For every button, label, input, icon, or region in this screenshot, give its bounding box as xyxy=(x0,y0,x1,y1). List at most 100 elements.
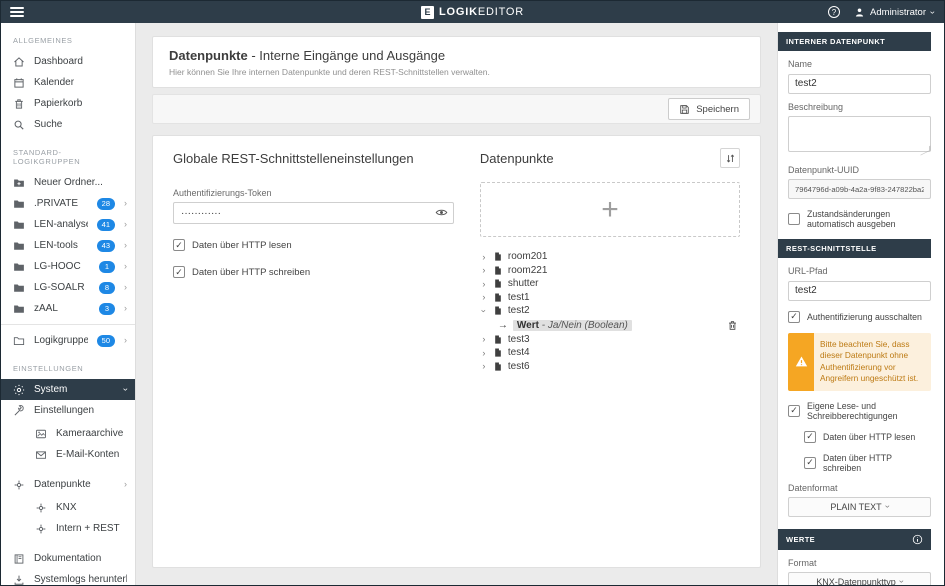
sidebar-item-len-analyse[interactable]: LEN-analyse41› xyxy=(1,214,135,235)
add-datapoint-button[interactable]: + xyxy=(480,182,740,237)
sidebar-item-zaal[interactable]: zAAL3› xyxy=(1,298,135,319)
sidebar-item-e-mail-konten[interactable]: E-Mail-Konten xyxy=(1,444,135,465)
sidebar-item-label: Dashboard xyxy=(34,56,127,67)
chevron-down-icon: › xyxy=(928,11,937,14)
auto-output-checkbox[interactable]: Zustandsänderungen automatisch ausgeben xyxy=(788,209,931,229)
tree-node-test2[interactable]: ›test2 xyxy=(480,304,740,318)
tree-node-test3[interactable]: ›test3 xyxy=(480,333,740,347)
plus-icon: + xyxy=(601,193,619,227)
calendar-icon xyxy=(13,77,25,89)
checkbox-box: ✓ xyxy=(788,311,800,323)
info-icon[interactable] xyxy=(912,534,923,545)
tree-node-test4[interactable]: ›test4 xyxy=(480,346,740,360)
name-input[interactable] xyxy=(788,74,931,94)
sidebar-item-papierkorb[interactable]: Papierkorb xyxy=(1,93,135,114)
tree-node-label: test4 xyxy=(508,347,530,358)
auth-token-input[interactable] xyxy=(173,202,454,224)
sidebar-section-label: EINSTELLUNGEN xyxy=(1,351,135,379)
url-pfad-label: URL-Pfad xyxy=(788,266,931,276)
sidebar-item-label: Papierkorb xyxy=(34,98,127,109)
sidebar-item-einstellungen[interactable]: Einstellungen xyxy=(1,400,135,421)
chevron-right-icon: › xyxy=(124,336,127,345)
gear-icon xyxy=(13,384,25,396)
sidebar-item-label: LEN-tools xyxy=(34,240,88,251)
tree-node-room221[interactable]: › room221 xyxy=(480,264,740,278)
chevron-right-icon: › xyxy=(124,241,127,250)
chevron-down-icon: › xyxy=(883,505,892,508)
sidebar-item-datenpunkte[interactable]: Datenpunkte › xyxy=(1,474,135,495)
count-badge: 50 xyxy=(97,335,115,347)
checkbox-daten-ber-http-schreiben[interactable]: ✓ Daten über HTTP schreiben xyxy=(173,266,454,278)
sidebar-item-kameraarchive[interactable]: Kameraarchive xyxy=(1,423,135,444)
sidebar-item-label: Intern + REST xyxy=(56,523,127,534)
tree-node-shutter[interactable]: ›shutter xyxy=(480,277,740,291)
document-icon xyxy=(493,334,503,345)
checkbox-box: ✓ xyxy=(804,457,816,469)
tree-node-label: room221 xyxy=(508,265,547,276)
folder-icon xyxy=(13,219,25,231)
sidebar-item-dashboard[interactable]: Dashboard xyxy=(1,51,135,72)
uuid-input[interactable] xyxy=(788,179,931,199)
chevron-collapsed-icon: › xyxy=(480,334,488,344)
sidebar-item-suche[interactable]: Suche xyxy=(1,114,135,135)
sidebar-item-private[interactable]: .PRIVATE28› xyxy=(1,193,135,214)
checkbox-box xyxy=(788,213,800,225)
sidebar-item-system[interactable]: System› xyxy=(1,379,135,400)
sidebar-item-lg-soalr[interactable]: LG-SOALR8› xyxy=(1,277,135,298)
auth-off-checkbox[interactable]: ✓ Authentifizierung ausschalten xyxy=(788,311,931,323)
global-section-heading: Globale REST-Schnittstelleneinstellungen xyxy=(173,151,454,166)
sidebar-item-kalender[interactable]: Kalender xyxy=(1,72,135,93)
token-label: Authentifizierungs-Token xyxy=(173,188,454,198)
app-logo: E LOGIKEDITOR xyxy=(1,6,944,19)
warning-triangle-icon xyxy=(795,355,808,368)
chevron-right-icon: › xyxy=(124,480,127,489)
sidebar-item-len-tools[interactable]: LEN-tools43› xyxy=(1,235,135,256)
http-read-checkbox[interactable]: ✓ Daten über HTTP lesen xyxy=(804,431,931,443)
tree-node-test6[interactable]: ›test6 xyxy=(480,360,740,374)
tree-child-wert[interactable]: →Wert - Ja/Nein (Boolean) xyxy=(498,318,740,333)
tree-node-test1[interactable]: ›test1 xyxy=(480,291,740,305)
user-menu[interactable]: Administrator › xyxy=(854,7,934,18)
help-icon[interactable]: ? xyxy=(828,6,840,18)
delete-icon[interactable] xyxy=(727,320,738,331)
sort-button[interactable] xyxy=(720,148,740,168)
checkbox-daten-ber-http-lesen[interactable]: ✓Daten über HTTP lesen xyxy=(173,239,454,251)
chevron-right-icon: › xyxy=(124,283,127,292)
user-icon xyxy=(854,7,865,18)
checkbox-label: Daten über HTTP schreiben xyxy=(192,267,310,278)
sidebar-item-label: Kalender xyxy=(34,77,127,88)
sidebar-section-label: STANDARD-LOGIKGRUPPEN xyxy=(1,135,135,172)
checkbox-box: ✓ xyxy=(804,431,816,443)
sidebar-item-label: Kameraarchive xyxy=(56,428,127,439)
email-icon xyxy=(35,449,47,461)
datenformat-dropdown[interactable]: PLAIN TEXT › xyxy=(788,497,931,517)
sidebar-item-lg-hooc[interactable]: LG-HOOC1› xyxy=(1,256,135,277)
sidebar-item-neuer-ordner[interactable]: Neuer Ordner... xyxy=(1,172,135,193)
warning-icon-wrap xyxy=(788,333,814,391)
url-pfad-input[interactable] xyxy=(788,281,931,301)
sidebar-item-systemlogs-herunterladen[interactable]: Systemlogs herunterladen xyxy=(1,569,135,585)
beschreibung-textarea[interactable] xyxy=(788,116,931,152)
eye-icon[interactable] xyxy=(435,206,448,219)
chevron-collapsed-icon: › xyxy=(480,265,488,275)
http-write-checkbox[interactable]: ✓ Daten über HTTP schreiben xyxy=(804,453,931,473)
count-badge: 1 xyxy=(99,261,115,273)
tree-node-room201[interactable]: ›room201 xyxy=(480,250,740,264)
hamburger-menu-icon[interactable] xyxy=(10,7,24,17)
sidebar-item-dokumentation[interactable]: Dokumentation xyxy=(1,548,135,569)
sidebar-item-label: Datenpunkte xyxy=(34,479,115,490)
section-header-werte: WERTE xyxy=(778,529,931,550)
tree-node-label: test6 xyxy=(508,361,530,372)
sidebar-item-label: Suche xyxy=(34,119,127,130)
sidebar-item-intern-rest[interactable]: Intern + REST xyxy=(1,518,135,539)
sidebar-item-logikgruppen[interactable]: Logikgruppen50› xyxy=(1,330,135,351)
datapoint-tree: ›room201›room221›shutter›test1›test2→Wer… xyxy=(480,250,740,373)
divider xyxy=(1,324,135,325)
save-button[interactable]: Speichern xyxy=(668,98,750,120)
sort-icon xyxy=(725,153,736,164)
sidebar-item-knx[interactable]: KNX xyxy=(1,497,135,518)
format-dropdown[interactable]: KNX-Datenpunkttyp › xyxy=(788,572,931,585)
folder-outline-icon xyxy=(13,335,25,347)
own-permissions-checkbox[interactable]: ✓ Eigene Lese- und Schreibberechtigungen xyxy=(788,401,931,421)
checkbox-box: ✓ xyxy=(173,266,185,278)
